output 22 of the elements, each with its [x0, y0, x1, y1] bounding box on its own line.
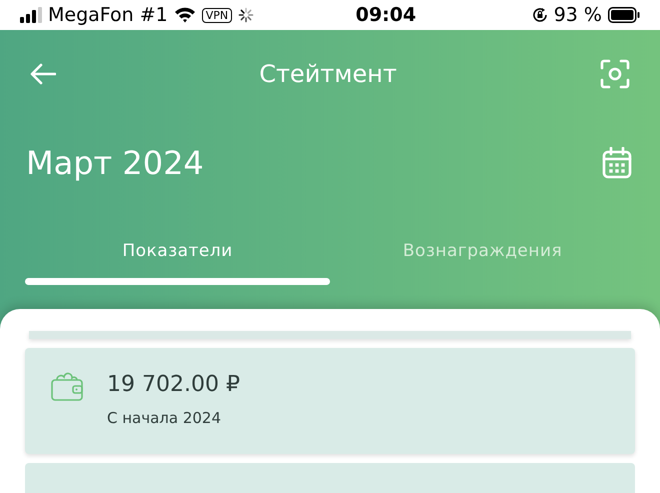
back-button[interactable] — [30, 63, 56, 86]
back-arrow-icon — [30, 63, 56, 86]
period-label: Март 2024 — [26, 143, 204, 184]
battery-percentage: 93 % — [554, 2, 602, 28]
wallet-icon — [51, 370, 83, 402]
scan-icon — [600, 59, 630, 90]
rotation-lock-icon — [532, 7, 548, 24]
screen-title: Стейтмент — [259, 59, 397, 90]
loading-spinner-icon — [238, 7, 254, 24]
scan-button[interactable] — [600, 59, 630, 90]
tab[interactable]: Вознаграждения — [330, 209, 635, 286]
amount-value: 19 702.00 ₽ — [107, 371, 240, 400]
carrier-name: MegaFon #1 — [48, 2, 168, 28]
signal-icon — [20, 7, 42, 24]
calendar-button[interactable] — [602, 147, 632, 180]
tab[interactable]: Показатели — [25, 209, 330, 286]
wifi-icon — [174, 7, 196, 24]
calendar-icon — [602, 147, 632, 180]
battery-icon — [608, 7, 640, 24]
clock-time: 09:04 — [356, 2, 416, 28]
amount-caption: С начала 2024 — [107, 408, 222, 430]
vpn-badge: VPN — [202, 8, 232, 23]
